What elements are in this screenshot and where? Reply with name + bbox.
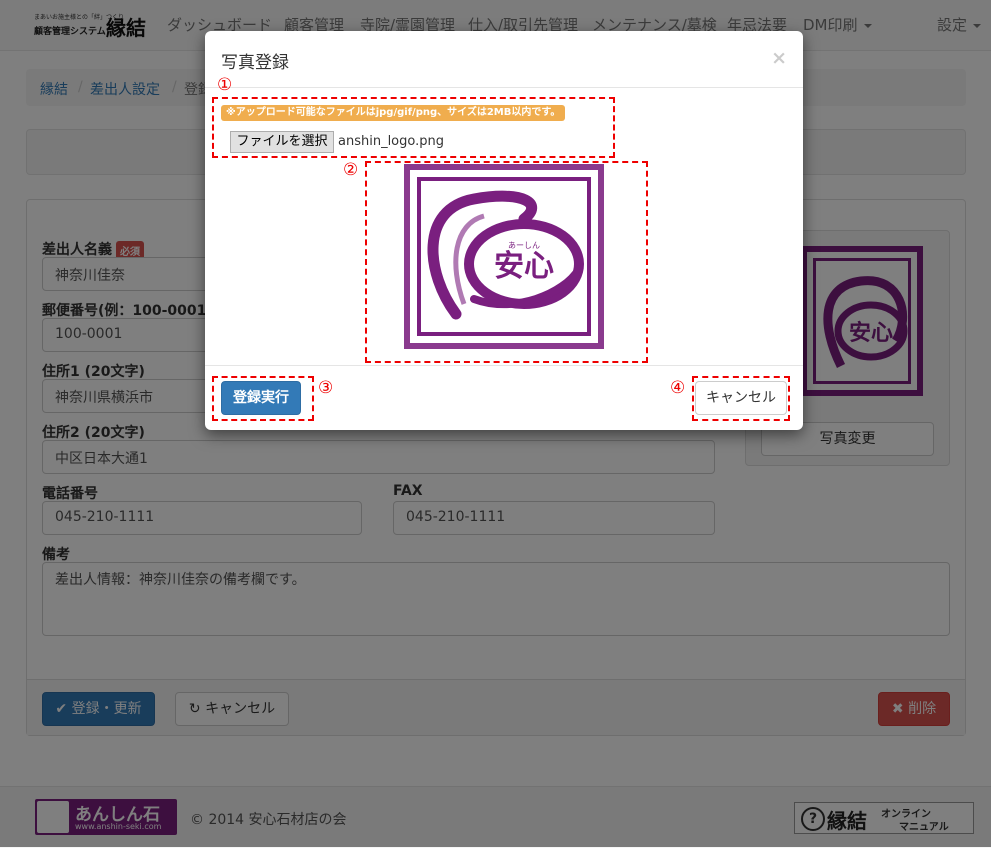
annotation-box-4: [692, 376, 790, 421]
annotation-number-3: ③: [318, 378, 334, 398]
modal-title: 写真登録: [221, 53, 289, 73]
annotation-number-4: ④: [670, 378, 686, 398]
annotation-box-2: [365, 161, 648, 363]
close-icon[interactable]: ×: [771, 47, 787, 69]
modal-header: 写真登録 ×: [205, 31, 803, 88]
annotation-number-1: ①: [217, 75, 233, 95]
annotation-number-2: ②: [343, 160, 359, 180]
annotation-box-3: [212, 376, 314, 421]
annotation-box-1: [212, 97, 615, 158]
